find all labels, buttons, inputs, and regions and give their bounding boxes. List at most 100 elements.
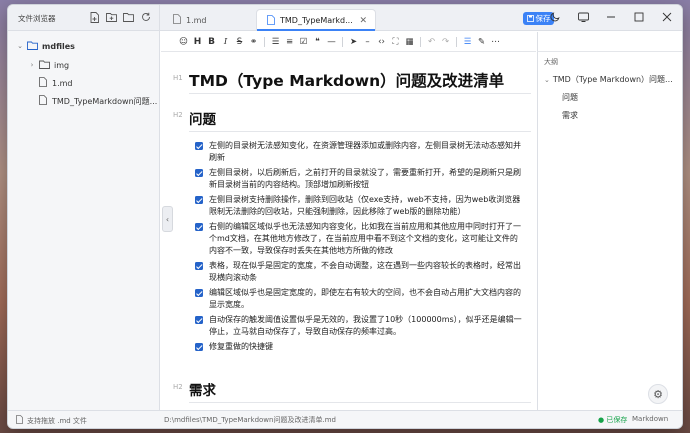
task-text: 编辑区域似乎也是固定宽度的，即使左右有较大的空间，也不会自动占用扩大文档内容的显… [209, 288, 521, 309]
checkbox-checked[interactable] [195, 289, 203, 297]
outline-label: TMD（Type Markdown）问题... [552, 75, 673, 84]
toolbar-divider [264, 36, 265, 47]
new-folder-icon[interactable] [106, 11, 117, 23]
task-text: 左侧的目录树无法感知变化，在资源管理器添加或删除内容，左侧目录树无法动态感知并刷… [209, 141, 521, 162]
send-icon[interactable]: ➤ [348, 36, 359, 48]
checkbox-checked[interactable] [195, 223, 203, 231]
link-icon[interactable]: ⚭ [248, 36, 259, 48]
quote-icon[interactable]: ❝ [312, 36, 323, 48]
outline-item-requirements[interactable]: 需求 [562, 110, 578, 121]
outline-item-problems[interactable]: 问题 [562, 92, 578, 103]
ordered-list-icon[interactable]: ≡ [284, 36, 295, 48]
document-title: TMD（Type Markdown）问题及改进清单 [189, 72, 505, 90]
task-item: 修复重做的快捷键 [195, 341, 525, 353]
close-window-icon[interactable] [660, 10, 674, 24]
table-icon[interactable]: ▦ [404, 36, 415, 48]
tree-item-tmd-file[interactable]: TMD_TypeMarkdown问题... [39, 94, 157, 108]
heading-level-marker: H2 [173, 111, 183, 119]
task-text: 左侧目录树支持删除操作，删除到回收站（仅exe支持，web不支持，因为web收浏… [209, 195, 521, 216]
theme-moon-icon[interactable] [548, 10, 562, 24]
section-heading-requirements: 需求 [189, 383, 216, 399]
outline-item-title[interactable]: ⌄ TMD（Type Markdown）问题... [544, 74, 673, 85]
checkbox-checked[interactable] [195, 169, 203, 177]
editor-area[interactable]: H1 TMD（Type Markdown）问题及改进清单 H2 问题 左侧的目录… [161, 53, 536, 412]
outline-panel: 大纲 ⌄ TMD（Type Markdown）问题... 问题 需求 ⚙ [537, 52, 682, 410]
heading-button[interactable]: H [192, 36, 203, 48]
code-block-icon[interactable]: ‹› [376, 36, 387, 48]
sidebar-title: 文件浏览器 [18, 14, 56, 23]
checkbox-checked[interactable] [195, 343, 203, 351]
save-icon [526, 15, 534, 22]
outline-header-strip [537, 32, 682, 52]
task-item: 表格，现在似乎是固定的宽度，不会自动调整，这在遇到一些内容较长的表格时，经常出现… [195, 260, 525, 284]
save-status: ● 已保存 [598, 416, 628, 424]
divider [189, 93, 531, 94]
task-item: 左侧目录树支持删除操作，删除到回收站（仅exe支持，web不支持，因为web收浏… [195, 194, 525, 218]
tree-item-1md[interactable]: 1.md [39, 76, 73, 90]
checkbox-checked[interactable] [195, 142, 203, 150]
task-text: 右侧的编辑区域似乎也无法感知内容变化，比如我在当前应用和其他应用中同时打开了一个… [209, 222, 521, 255]
heading-level-marker: H1 [173, 74, 183, 82]
horizontal-rule-icon[interactable]: — [326, 36, 337, 48]
file-icon [173, 14, 181, 26]
toolbar-divider [420, 36, 421, 47]
drop-hint: 支持拖放 .md 文件 [27, 416, 87, 425]
task-text: 表格，现在似乎是固定的宽度，不会自动调整，这在遇到一些内容较长的表格时，经常出现… [209, 261, 521, 282]
open-folder-icon[interactable] [123, 11, 134, 23]
code-inline-icon[interactable]: – [362, 36, 373, 48]
section-heading-problems: 问题 [189, 112, 216, 128]
file-icon [267, 14, 275, 27]
checkbox-checked[interactable] [195, 316, 203, 324]
task-item: 编辑区域似乎也是固定宽度的，即使左右有较大的空间，也不会自动占用扩大文档内容的显… [195, 287, 525, 311]
divider [189, 131, 531, 132]
chevron-right-icon: › [30, 61, 34, 69]
minimize-icon[interactable] [604, 10, 618, 24]
tree-label: img [54, 60, 70, 70]
active-tab-indicator [257, 29, 375, 31]
outline-toggle-icon[interactable]: ☰ [462, 36, 473, 48]
bold-button[interactable]: B [206, 36, 217, 48]
task-text: 左侧目录树，以后刷新后，之前打开的目录就没了，需要重新打开，希望的是刷新只是刷新… [209, 168, 521, 189]
tab-1md[interactable]: 1.md [163, 9, 255, 31]
new-file-icon[interactable] [89, 11, 100, 23]
edit-mode-icon[interactable]: ✎ [476, 36, 487, 48]
task-item: 右侧的编辑区域似乎也无法感知内容变化，比如我在当前应用和其他应用中同时打开了一个… [195, 221, 525, 257]
toolbar-divider [456, 36, 457, 47]
checkbox-checked[interactable] [195, 196, 203, 204]
italic-button[interactable]: I [220, 36, 231, 48]
refresh-icon[interactable] [140, 11, 151, 23]
close-tab-icon[interactable]: ✕ [359, 16, 367, 26]
toolbar-divider [342, 36, 343, 47]
task-text: 自动保存的触发阈值设置似乎是无效的，我设置了10秒（100000ms），似乎还是… [209, 315, 522, 336]
task-item: 自动保存的触发阈值设置似乎是无效的，我设置了10秒（100000ms），似乎还是… [195, 314, 525, 338]
tree-label: mdfiles [42, 41, 75, 51]
task-text: 修复重做的快捷键 [209, 342, 273, 351]
folder-icon [27, 41, 38, 52]
outline-title: 大纲 [544, 58, 558, 66]
tab-label: TMD_TypeMarkd... [280, 16, 353, 25]
editor-mode[interactable]: Markdown [632, 415, 668, 423]
tab-label: 1.md [186, 15, 207, 25]
task-item: 左侧的目录树无法感知变化，在资源管理器添加或删除内容，左侧目录树无法动态感知并刷… [195, 140, 525, 164]
folder-icon [39, 60, 50, 71]
redo-icon[interactable]: ↷ [440, 36, 451, 48]
checkbox-checked[interactable] [195, 262, 203, 270]
task-list-icon[interactable]: ☑ [298, 36, 309, 48]
strikethrough-button[interactable]: S [234, 36, 245, 48]
image-icon[interactable]: ⛶ [390, 36, 401, 48]
settings-gear-icon[interactable]: ⚙ [648, 384, 668, 404]
tree-label: TMD_TypeMarkdown问题... [52, 96, 158, 106]
emoji-icon[interactable]: ☺ [178, 36, 189, 48]
file-drop-icon [16, 415, 23, 426]
maximize-icon[interactable] [632, 10, 646, 24]
task-item: 左侧目录树，以后刷新后，之前打开的目录就没了，需要重新打开，希望的是刷新只是刷新… [195, 167, 525, 191]
bullet-list-icon[interactable]: ☰ [270, 36, 281, 48]
tree-item-img[interactable]: › img [28, 58, 69, 72]
tab-tmd-typemarkdown[interactable]: TMD_TypeMarkd... ✕ [256, 9, 376, 31]
settings-icon[interactable] [576, 10, 590, 24]
more-icon[interactable]: ⋯ [490, 36, 501, 48]
tree-item-mdfiles[interactable]: ⌄ mdfiles [16, 39, 75, 53]
sidebar-collapse-handle[interactable]: ‹ [162, 206, 173, 232]
undo-icon[interactable]: ↶ [426, 36, 437, 48]
heading-level-marker: H2 [173, 383, 183, 391]
